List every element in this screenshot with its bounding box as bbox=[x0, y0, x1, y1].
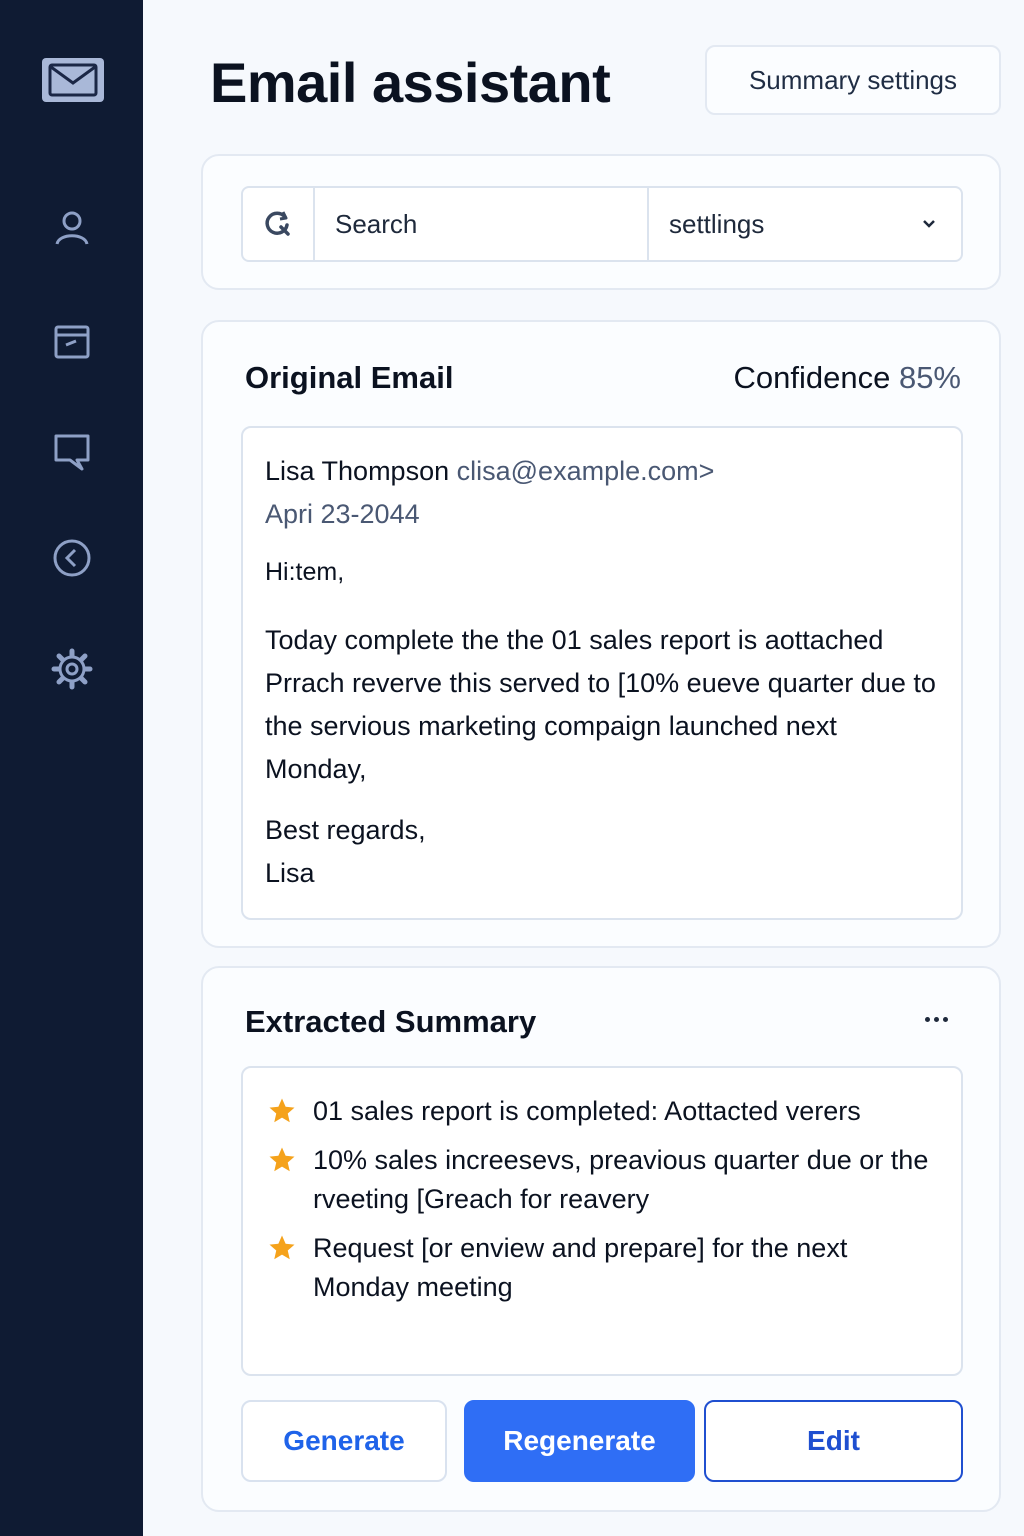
email-signature: Lisa bbox=[265, 858, 315, 888]
extracted-summary-title: Extracted Summary bbox=[245, 1004, 537, 1039]
mail-icon[interactable] bbox=[42, 58, 104, 102]
sidebar bbox=[0, 0, 143, 1536]
original-email-card: Original Email Confidence 85% Lisa Thomp… bbox=[201, 320, 1001, 948]
search-input[interactable] bbox=[315, 188, 649, 260]
summary-list: 01 sales report is completed: Aottacted … bbox=[241, 1066, 963, 1376]
summary-settings-button[interactable]: Summary settings bbox=[705, 45, 1001, 115]
email-signoff: Best regards, bbox=[265, 815, 426, 845]
confidence-indicator: Confidence 85% bbox=[733, 360, 961, 396]
summary-item: Request [or enview and prepare] for the … bbox=[267, 1229, 941, 1307]
email-greeting: Hi:tem, bbox=[265, 558, 345, 586]
original-email-title: Original Email bbox=[245, 360, 454, 395]
chat-icon[interactable] bbox=[50, 430, 94, 474]
sender-address[interactable]: clisa@example.com> bbox=[457, 456, 715, 486]
search-card: settlings bbox=[201, 154, 1001, 290]
back-arrow-icon[interactable] bbox=[50, 536, 94, 580]
summary-item: 01 sales report is completed: Aottacted … bbox=[267, 1092, 941, 1131]
page-title: Email assistant bbox=[210, 51, 611, 114]
summary-item-text: 10% sales increesevs, preavious quarter … bbox=[313, 1145, 929, 1214]
confidence-label: Confidence bbox=[733, 360, 891, 395]
email-content: Lisa Thompson clisa@example.com> Apri 23… bbox=[241, 426, 963, 920]
extracted-summary-card: Extracted Summary 01 sales report is com… bbox=[201, 966, 1001, 1512]
more-options-icon[interactable] bbox=[919, 1008, 953, 1030]
settings-dropdown[interactable]: settlings bbox=[649, 188, 961, 260]
summary-item-text: 01 sales report is completed: Aottacted … bbox=[313, 1096, 861, 1126]
generate-button[interactable]: Generate bbox=[241, 1400, 447, 1482]
confidence-value: 85% bbox=[898, 360, 961, 395]
gear-icon[interactable] bbox=[50, 647, 94, 691]
summary-item: 10% sales increesevs, preavious quarter … bbox=[267, 1141, 941, 1219]
settings-dropdown-value: settlings bbox=[669, 208, 765, 239]
email-date: Apri 23-2044 bbox=[265, 499, 420, 529]
email-sender: Lisa Thompson clisa@example.com> bbox=[265, 456, 939, 487]
edit-button[interactable]: Edit bbox=[704, 1400, 963, 1482]
star-icon bbox=[269, 1147, 295, 1172]
star-icon bbox=[269, 1235, 295, 1260]
chevron-down-icon bbox=[923, 220, 935, 228]
summary-item-text: Request [or enview and prepare] for the … bbox=[313, 1233, 848, 1302]
email-body: Today complete the the 01 sales report i… bbox=[265, 625, 936, 784]
sender-name: Lisa Thompson bbox=[265, 456, 450, 486]
user-icon[interactable] bbox=[50, 206, 94, 250]
search-icon[interactable] bbox=[243, 188, 315, 260]
calendar-icon[interactable] bbox=[50, 319, 94, 363]
regenerate-button[interactable]: Regenerate bbox=[464, 1400, 695, 1482]
search-bar: settlings bbox=[241, 186, 963, 262]
star-icon bbox=[269, 1098, 295, 1123]
